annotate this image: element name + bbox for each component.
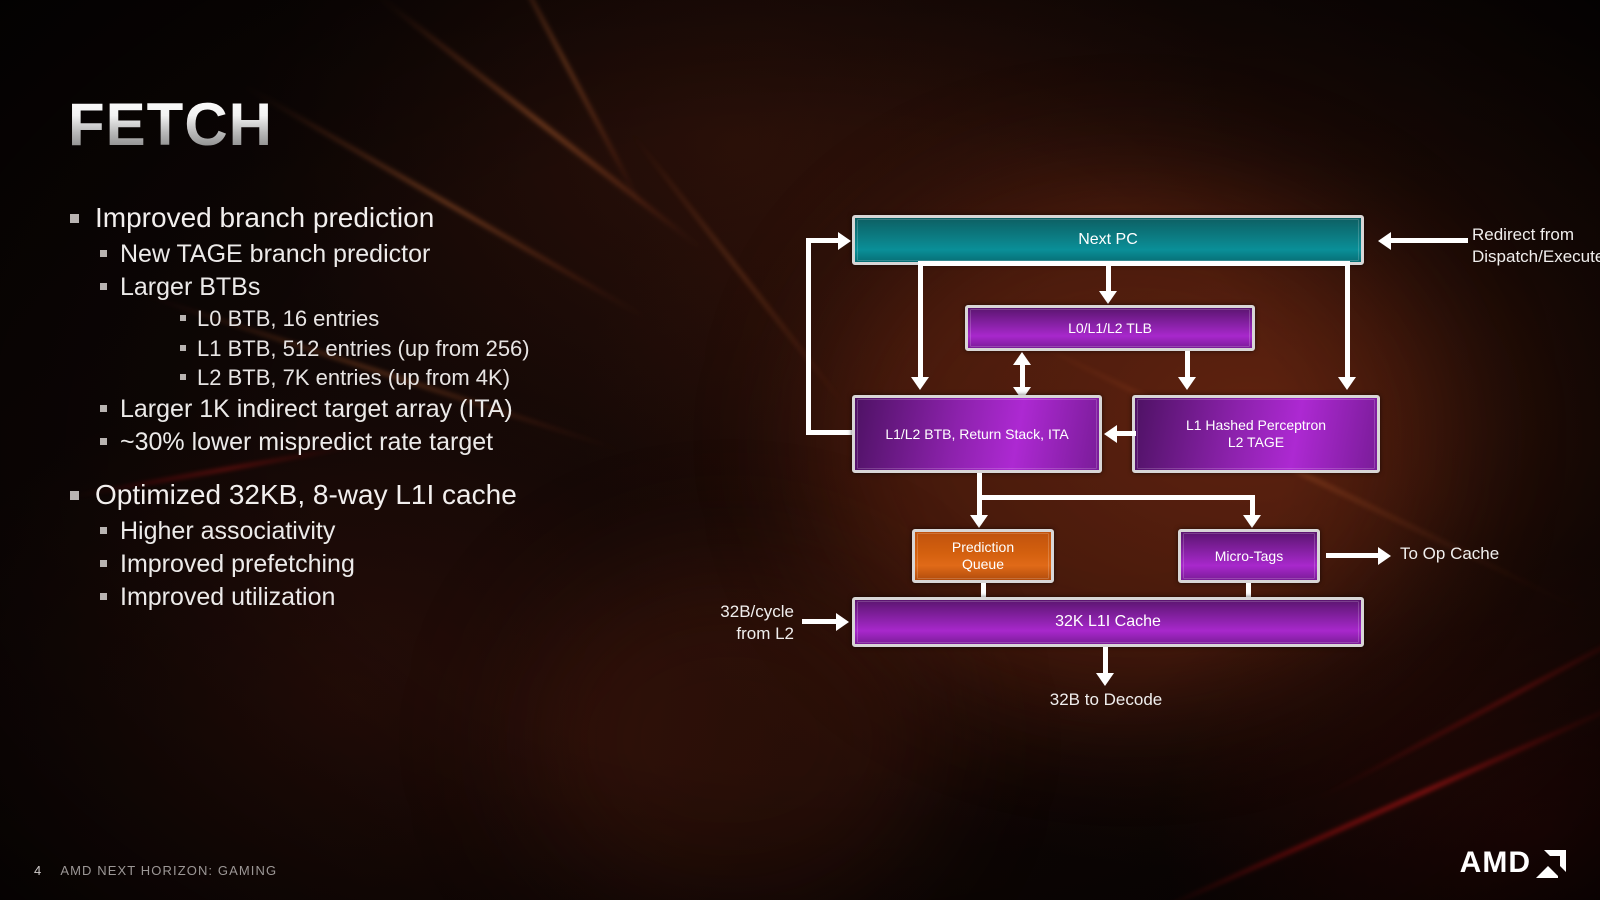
bullet-text: Improved utilization [120,583,336,612]
arrow-to-tlb-line [1106,261,1111,293]
bullet-item: L0 BTB, 16 entries [70,304,690,333]
arrow-to-decode-head [1096,673,1114,686]
bullet-item: L2 BTB, 7K entries (up from 4K) [70,363,690,392]
arrow-feedback-head [838,232,851,250]
arrow-redirect-head [1378,232,1391,250]
arrow-redirect-line [1390,238,1468,243]
bullet-text: Larger BTBs [120,273,261,302]
bullet-marker-icon [180,315,186,322]
bullet-item: ~30% lower mispredict rate target [70,426,690,459]
bullet-list: Improved branch prediction New TAGE branc… [70,200,690,614]
bullet-text: Optimized 32KB, 8-way L1I cache [95,478,517,510]
arrow-to-op-cache-line [1326,553,1382,558]
label-from-l2: 32B/cycle from L2 [652,601,794,645]
bullet-item: New TAGE branch predictor [70,238,690,271]
arrow-nextpc-bus [918,261,1350,266]
arrow-from-l2-line [802,619,840,624]
bullet-text: ~30% lower mispredict rate target [120,427,494,456]
bullet-marker-icon [100,527,107,535]
arrow-bus-right-head [1338,377,1356,390]
bullet-spacer [70,459,690,477]
amd-arrow-icon [1536,850,1566,878]
arrow-to-op-cache-head [1378,547,1391,565]
bullet-text: Larger 1K indirect target array (ITA) [120,394,513,423]
bullet-marker-icon [70,214,79,223]
bullet-item: Improved utilization [70,581,690,614]
block-next-pc: Next PC [852,215,1364,265]
arrow-perceptron-to-btb-line [1116,431,1136,436]
bullet-item: Larger 1K indirect target array (ITA) [70,393,690,426]
block-l1i-cache: 32K L1I Cache [852,597,1364,647]
bullet-marker-icon [100,250,107,258]
bullet-item: Improved branch prediction [70,200,690,236]
arrow-to-microtags-head [1243,515,1261,528]
bullet-text: New TAGE branch predictor [120,240,431,269]
block-l1i-cache-label: 32K L1I Cache [857,601,1359,643]
block-btb: L1/L2 BTB, Return Stack, ITA [852,395,1102,473]
block-tlb: L0/L1/L2 TLB [965,305,1255,351]
bullet-text: L1 BTB, 512 entries (up from 256) [197,335,530,361]
bullet-item: Higher associativity [70,515,690,548]
bullet-text: Higher associativity [120,517,336,546]
footer: 4 AMD NEXT HORIZON: GAMING [34,863,277,878]
bullet-marker-icon [100,437,107,445]
arrow-perceptron-to-btb-head [1104,425,1117,443]
bullet-marker-icon [70,490,79,500]
bullet-text: L0 BTB, 16 entries [197,306,380,332]
block-micro-tags: Micro-Tags [1178,529,1320,583]
label-redirect-line1: Redirect from [1472,225,1575,244]
bullet-item: Optimized 32KB, 8-way L1I cache [70,477,690,513]
label-to-decode: 32B to Decode [1049,690,1163,709]
bullet-text: Improved branch prediction [95,202,435,233]
bullet-marker-icon [180,344,186,351]
block-perceptron-tage-label: L1 Hashed Perceptron L2 TAGE [1137,399,1375,469]
page-title: FETCH [68,91,273,158]
bullet-text: Improved prefetching [120,550,355,579]
bullet-marker-icon [100,560,107,568]
fetch-block-diagram: Next PC Redirect from Dispatch/Execute L… [700,195,1600,735]
arrow-bus-right-vert [1345,261,1350,379]
arrow-bus-left-head [911,377,929,390]
block-prediction-queue-label: Prediction Queue [917,533,1049,579]
block-prediction-queue-line2: Queue [961,556,1005,572]
amd-wordmark: AMD [1459,846,1531,879]
arrow-tlb-btb-head-up [1013,352,1031,365]
amd-logo: AMD [1460,848,1566,878]
block-perceptron-line1: L1 Hashed Perceptron [1185,417,1327,434]
block-prediction-queue-line1: Prediction [951,539,1015,556]
arrow-tlb-perceptron-head [1178,377,1196,390]
arrow-btb-out-bus [977,495,1255,500]
arrow-to-tlb-head [1099,291,1117,304]
arrow-feedback-top [806,238,840,243]
block-tlb-label: L0/L1/L2 TLB [970,309,1250,347]
block-btb-label: L1/L2 BTB, Return Stack, ITA [857,399,1097,469]
block-micro-tags-label: Micro-Tags [1183,533,1315,579]
label-from-l2-line1: 32B/cycle [720,602,794,621]
bullet-marker-icon [100,593,107,601]
block-prediction-queue: Prediction Queue [912,529,1054,583]
bullet-item: L1 BTB, 512 entries (up from 256) [70,334,690,363]
page-number: 4 [34,863,43,878]
arrow-bus-left-vert [918,261,923,379]
bullet-marker-icon [100,283,107,291]
bullet-item: Larger BTBs [70,271,690,304]
label-redirect: Redirect from Dispatch/Execute [1472,224,1600,268]
label-from-l2-line2: from L2 [736,624,794,644]
arrow-feedback-vertical [806,238,811,435]
block-next-pc-label: Next PC [857,219,1359,261]
deck-name: AMD NEXT HORIZON: GAMING [60,863,278,878]
arrow-to-predqueue-head [970,515,988,528]
bullet-marker-icon [100,404,107,412]
bullet-text: L2 BTB, 7K entries (up from 4K) [197,365,511,391]
bullet-item: Improved prefetching [70,548,690,581]
block-perceptron-tage: L1 Hashed Perceptron L2 TAGE [1132,395,1380,473]
bullet-marker-icon [180,374,186,381]
arrow-from-l2-head [836,613,849,631]
block-perceptron-line2: L2 TAGE [1227,434,1285,450]
label-to-op-cache: To Op Cache [1400,544,1500,563]
slide-canvas: FETCH Improved branch prediction New TAGE… [0,0,1600,900]
label-redirect-line2: Dispatch/Execute [1472,247,1600,267]
